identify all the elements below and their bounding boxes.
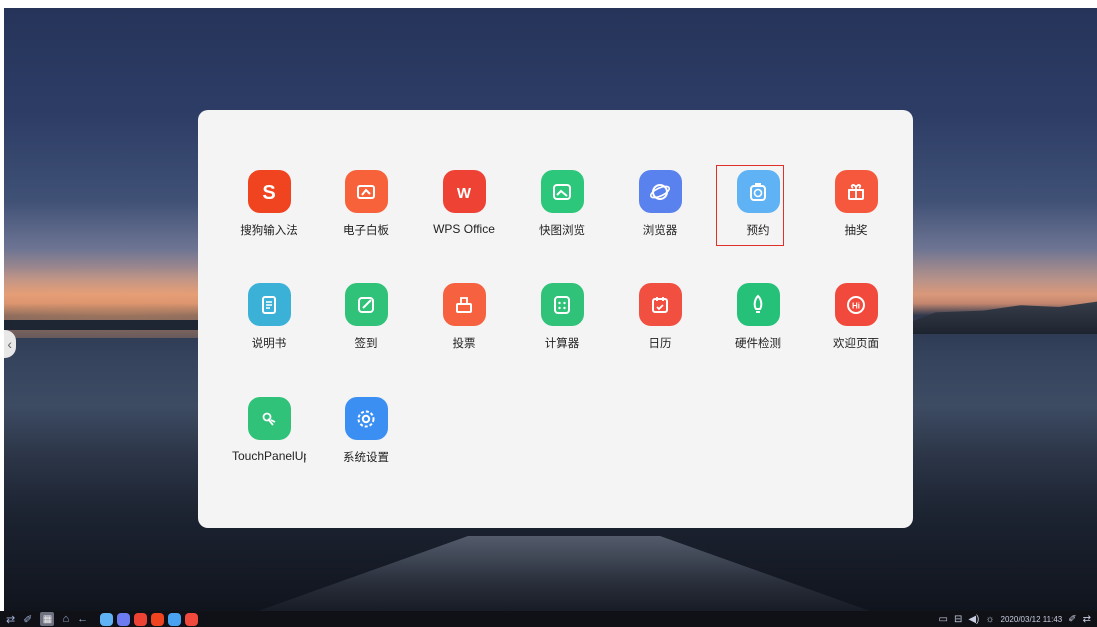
app-calendar[interactable]: 日历 — [619, 283, 701, 351]
calendar-icon — [638, 283, 682, 326]
app-manual-book[interactable]: 说明书 — [228, 283, 310, 351]
browser-globe-icon — [638, 170, 682, 213]
app-label: 快图浏览 — [539, 223, 585, 237]
home-icon[interactable]: ⌂ — [62, 612, 69, 626]
running-wps-icon[interactable] — [134, 612, 148, 626]
display-icon[interactable]: ▭ — [938, 612, 947, 626]
sogou-s-icon: S — [247, 170, 291, 213]
pin-icon[interactable]: ✐ — [23, 612, 32, 626]
app-label: 搜狗输入法 — [240, 223, 298, 237]
app-check-in-pen[interactable]: 签到 — [325, 283, 407, 351]
app-label: 计算器 — [544, 336, 580, 350]
app-label: 系统设置 — [343, 450, 389, 464]
swap-arrows-icon[interactable]: ⇄ — [6, 612, 15, 626]
taskbar: ⇄ ✐ ▦ ⌂ ← ▭ ⊟ ◀) ☼ 2020/03/12 11:43 ✐ ⇄ — [0, 611, 1097, 627]
input-source-icon[interactable]: ⊟ — [954, 612, 962, 626]
app-grid-icon[interactable]: ▦ — [40, 612, 55, 626]
app-touch-panel[interactable]: TouchPanelUp — [228, 397, 310, 463]
app-label: 欢迎页面 — [833, 336, 879, 350]
running-app-icon[interactable] — [168, 612, 182, 626]
app-label: 浏览器 — [642, 223, 678, 237]
brightness-icon[interactable]: ☼ — [985, 612, 994, 626]
wps-w-icon: W — [442, 170, 486, 213]
svg-text:W: W — [457, 185, 472, 202]
swap-arrows-right-icon[interactable]: ⇄ — [1083, 612, 1091, 626]
clock: 2020/03/12 11:43 — [1000, 614, 1063, 624]
running-welcome-icon[interactable] — [185, 612, 199, 626]
app-sogou-s[interactable]: S 搜狗输入法 — [228, 170, 310, 238]
svg-text:Hi: Hi — [852, 301, 860, 310]
app-label: WPS Office — [433, 222, 495, 236]
volume-icon[interactable]: ◀) — [968, 612, 979, 626]
app-label: 抽奖 — [844, 223, 868, 237]
touch-panel-icon — [247, 397, 291, 440]
app-label: TouchPanelUp — [232, 449, 306, 463]
calculator-icon — [540, 283, 584, 326]
app-settings-gear[interactable]: 系统设置 — [325, 397, 407, 465]
back-arrow-icon[interactable]: ← — [77, 612, 88, 626]
selected-app-highlight — [716, 165, 784, 246]
running-apps — [100, 612, 202, 626]
running-sogou-icon[interactable] — [151, 612, 165, 626]
app-image-viewer[interactable]: 快图浏览 — [521, 170, 603, 238]
app-ballot-box[interactable]: 投票 — [423, 283, 505, 351]
side-drawer-handle[interactable]: ‹ — [4, 330, 16, 358]
app-calculator[interactable]: 计算器 — [521, 283, 603, 351]
app-whiteboard[interactable]: 电子白板 — [325, 170, 407, 238]
system-tray: ▭ ⊟ ◀) ☼ 2020/03/12 11:43 ✐ ⇄ — [938, 612, 1097, 626]
app-label: 说明书 — [251, 336, 287, 350]
far-shore — [4, 320, 204, 330]
running-browser-icon[interactable] — [117, 612, 131, 626]
check-in-pen-icon — [344, 283, 388, 326]
pin-right-icon[interactable]: ✐ — [1068, 612, 1076, 626]
app-launcher-panel: S 搜狗输入法 电子白板 W WPS Office 快图浏览 浏览器 预约 抽奖 说明书 签到 投票计… — [198, 110, 913, 528]
app-gift-box[interactable]: 抽奖 — [815, 170, 897, 238]
image-viewer-icon — [540, 170, 584, 213]
app-label: 电子白板 — [343, 223, 389, 237]
settings-gear-icon — [344, 397, 388, 440]
whiteboard-icon — [344, 170, 388, 213]
rocket-hardware-icon — [736, 283, 780, 326]
app-wps-w[interactable]: W WPS Office — [423, 170, 505, 236]
taskbar-left: ⇄ ✐ ▦ ⌂ ← — [0, 612, 88, 626]
pier — [244, 536, 884, 611]
svg-text:S: S — [262, 182, 275, 204]
manual-book-icon — [247, 283, 291, 326]
app-rocket-hardware[interactable]: 硬件检测 — [717, 283, 799, 351]
gift-box-icon — [834, 170, 878, 213]
app-label: 日历 — [648, 336, 672, 350]
ballot-box-icon — [442, 283, 486, 326]
app-browser-globe[interactable]: 浏览器 — [619, 170, 701, 238]
app-label: 签到 — [354, 336, 378, 350]
app-label: 硬件检测 — [735, 336, 781, 350]
hi-welcome-icon: Hi — [834, 283, 878, 326]
app-label: 投票 — [452, 336, 476, 350]
running-reservation-icon[interactable] — [100, 612, 114, 626]
app-hi-welcome[interactable]: Hi 欢迎页面 — [815, 283, 897, 351]
